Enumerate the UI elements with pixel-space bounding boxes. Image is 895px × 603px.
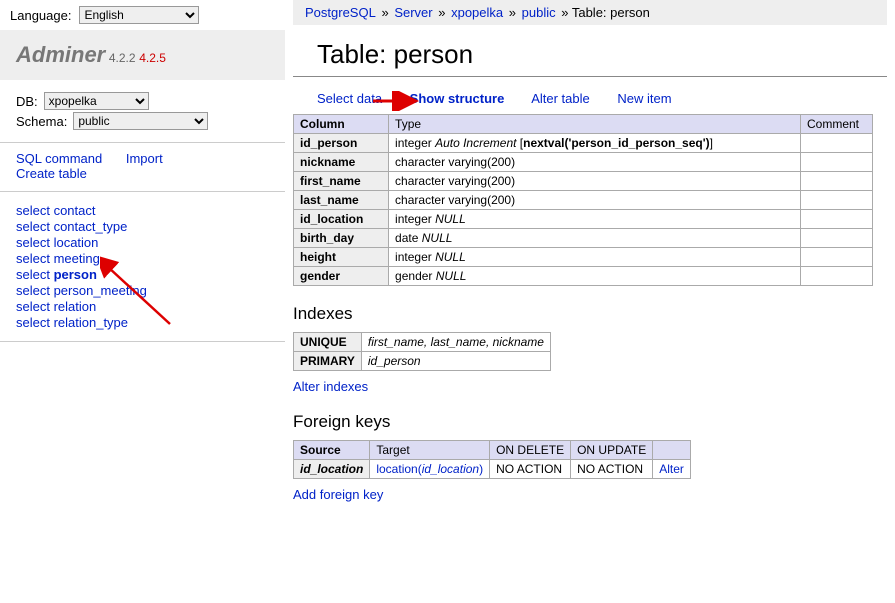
select-data-link[interactable]: Select data [317, 91, 382, 106]
table-row: id_locationinteger NULL [294, 210, 873, 229]
col-header-column: Column [294, 115, 389, 134]
table-row: id_locationlocation(id_location)NO ACTIO… [294, 460, 691, 479]
fk-target-link[interactable]: location(id_location) [376, 462, 483, 476]
db-label: DB: [16, 94, 38, 109]
table-link-contact[interactable]: select contact [16, 203, 96, 218]
indexes-heading: Indexes [293, 304, 887, 324]
alter-table-link[interactable]: Alter table [531, 91, 590, 106]
table-row: UNIQUEfirst_name, last_name, nickname [294, 333, 551, 352]
db-select[interactable]: xpopelka [44, 92, 149, 110]
table-row: heightinteger NULL [294, 248, 873, 267]
table-row: first_namecharacter varying(200) [294, 172, 873, 191]
import-link[interactable]: Import [126, 151, 163, 166]
col-header-type: Type [389, 115, 801, 134]
table-link-contact_type[interactable]: select contact_type [16, 219, 127, 234]
create-table-link[interactable]: Create table [16, 166, 87, 181]
table-row: PRIMARYid_person [294, 352, 551, 371]
add-fk-link[interactable]: Add foreign key [293, 487, 383, 502]
indexes-table: UNIQUEfirst_name, last_name, nicknamePRI… [293, 332, 551, 371]
table-row: nicknamecharacter varying(200) [294, 153, 873, 172]
tables-list: select contactselect contact_typeselect … [0, 192, 285, 342]
db-block: DB: xpopelka Schema: public [0, 88, 285, 143]
table-row: id_personinteger Auto Increment [nextval… [294, 134, 873, 153]
show-structure-link[interactable]: Show structure [410, 91, 505, 106]
new-item-link[interactable]: New item [617, 91, 671, 106]
breadcrumb-server[interactable]: Server [394, 5, 432, 20]
fk-header-ondelete: ON DELETE [490, 441, 571, 460]
sidebar: Language: English Adminer 4.2.2 4.2.5 DB… [0, 0, 285, 512]
language-label: Language: [10, 8, 71, 23]
breadcrumb-current: Table: person [572, 5, 650, 20]
sql-command-link[interactable]: SQL command [16, 151, 102, 166]
fk-header-blank [653, 441, 691, 460]
table-link-relation_type[interactable]: select relation_type [16, 315, 128, 330]
table-row: birth_daydate NULL [294, 229, 873, 248]
fk-header-source: Source [294, 441, 370, 460]
commands-block: SQL command Import Create table [0, 143, 285, 192]
table-row: last_namecharacter varying(200) [294, 191, 873, 210]
language-bar: Language: English [0, 0, 285, 30]
breadcrumb-postgresql[interactable]: PostgreSQL [305, 5, 376, 20]
col-header-comment: Comment [801, 115, 873, 134]
breadcrumb-schema[interactable]: public [522, 5, 556, 20]
table-link-relation[interactable]: select relation [16, 299, 96, 314]
table-row: gendergender NULL [294, 267, 873, 286]
brand-version: 4.2.2 [109, 51, 136, 65]
fk-table: Source Target ON DELETE ON UPDATE id_loc… [293, 440, 691, 479]
actions-bar: Select data Show structure Alter table N… [317, 91, 887, 106]
brand-latest-link[interactable]: 4.2.5 [139, 51, 166, 65]
breadcrumb: PostgreSQL » Server » xpopelka » public … [293, 0, 887, 25]
structure-table: Column Type Comment id_personinteger Aut… [293, 114, 873, 286]
fk-header-target: Target [370, 441, 490, 460]
fk-alter-link[interactable]: Alter [659, 462, 684, 476]
table-link-person_meeting[interactable]: select person_meeting [16, 283, 147, 298]
fk-heading: Foreign keys [293, 412, 887, 432]
fk-header-onupdate: ON UPDATE [571, 441, 653, 460]
alter-indexes-link[interactable]: Alter indexes [293, 379, 368, 394]
brand-box: Adminer 4.2.2 4.2.5 [0, 30, 285, 80]
language-select[interactable]: English [79, 6, 199, 24]
table-link-person[interactable]: select person [16, 267, 97, 282]
schema-label: Schema: [16, 114, 67, 129]
breadcrumb-db[interactable]: xpopelka [451, 5, 503, 20]
schema-select[interactable]: public [73, 112, 208, 130]
table-link-location[interactable]: select location [16, 235, 98, 250]
brand-name: Adminer [16, 42, 105, 67]
page-title: Table: person [317, 39, 887, 70]
main: PostgreSQL » Server » xpopelka » public … [285, 0, 895, 512]
table-link-meeting[interactable]: select meeting [16, 251, 100, 266]
